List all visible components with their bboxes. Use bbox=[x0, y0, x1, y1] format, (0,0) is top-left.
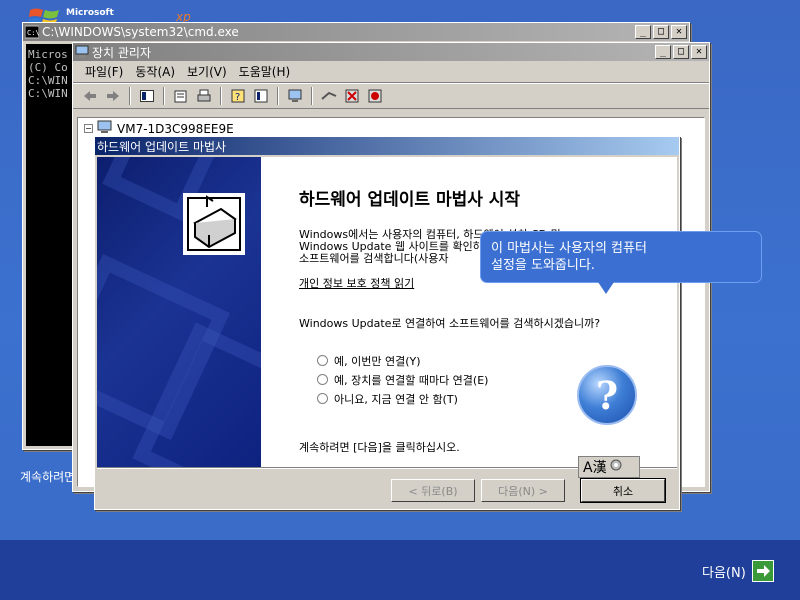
menu-bar: 파일(F) 동작(A) 보기(V) 도움말(H) bbox=[73, 61, 709, 83]
update-driver-icon[interactable] bbox=[318, 86, 340, 106]
option-connect-once[interactable]: 예, 이번만 연결(Y) bbox=[317, 351, 488, 370]
minimize-button[interactable]: _ bbox=[635, 25, 651, 39]
devmgr-title: 장치 관리자 bbox=[92, 45, 152, 60]
setup-next-button[interactable]: 다음(N) bbox=[702, 560, 774, 582]
back-button[interactable]: < 뒤로(B) bbox=[391, 479, 475, 502]
ime-settings-icon bbox=[610, 459, 622, 475]
ime-indicator[interactable]: A漢 bbox=[578, 456, 640, 478]
setup-footer-text: 계속하려면 bbox=[20, 470, 76, 484]
next-button[interactable]: 다음(N) > bbox=[481, 479, 565, 502]
cmd-titlebar[interactable]: C:\ C:\WINDOWS\system32\cmd.exe _ □ ✕ bbox=[23, 23, 689, 41]
svg-text:C:\: C:\ bbox=[27, 29, 39, 37]
disable-icon[interactable] bbox=[341, 86, 363, 106]
option-connect-always[interactable]: 예, 장치를 연결할 때마다 연결(E) bbox=[317, 370, 488, 389]
cancel-button[interactable]: 취소 bbox=[580, 478, 666, 503]
wizard-side-banner bbox=[97, 157, 261, 467]
menu-view[interactable]: 보기(V) bbox=[181, 63, 233, 80]
option-connect-never[interactable]: 아니요, 지금 연결 안 함(T) bbox=[317, 389, 488, 408]
menu-file[interactable]: 파일(F) bbox=[79, 63, 129, 80]
print-icon[interactable] bbox=[193, 86, 215, 106]
show-hide-tree-icon[interactable] bbox=[136, 86, 158, 106]
radio-button[interactable] bbox=[317, 393, 328, 404]
arrow-right-icon bbox=[751, 560, 774, 582]
close-button[interactable]: ✕ bbox=[691, 45, 707, 59]
help-question-icon: ? bbox=[577, 365, 637, 425]
collapse-icon[interactable]: − bbox=[84, 124, 93, 133]
radio-button[interactable] bbox=[317, 355, 328, 366]
devmgr-titlebar[interactable]: 장치 관리자 _ □ ✕ bbox=[73, 43, 709, 61]
tree-root-item[interactable]: − VM7-1D3C998EE9E bbox=[84, 120, 234, 137]
scan-hardware-icon[interactable] bbox=[284, 86, 306, 106]
balloon-pointer bbox=[598, 282, 614, 294]
option-label: 예, 장치를 연결할 때마다 연결(E) bbox=[334, 373, 489, 387]
menu-help[interactable]: 도움말(H) bbox=[233, 63, 297, 80]
wizard-title: 하드웨어 업데이트 마법사 bbox=[97, 139, 227, 154]
hardware-install-icon bbox=[183, 193, 245, 255]
privacy-policy-link[interactable]: 개인 정보 보호 정책 읽기 bbox=[299, 275, 414, 291]
back-icon[interactable] bbox=[79, 86, 101, 106]
wizard-balloon-tooltip: 이 마법사는 사용자의 컴퓨터 설정을 도와줍니다. bbox=[480, 231, 762, 283]
ime-label: A漢 bbox=[583, 460, 607, 476]
tree-root-label: VM7-1D3C998EE9E bbox=[117, 121, 234, 136]
toolbar-separator bbox=[163, 87, 165, 105]
uninstall-icon[interactable] bbox=[364, 86, 386, 106]
toolbar: ? bbox=[73, 83, 709, 109]
toolbar-separator bbox=[277, 87, 279, 105]
minimize-button[interactable]: _ bbox=[655, 45, 671, 59]
svg-text:?: ? bbox=[235, 92, 240, 103]
balloon-line: 이 마법사는 사용자의 컴퓨터 bbox=[491, 241, 647, 256]
logo-brand: Microsoft bbox=[66, 8, 114, 18]
balloon-line: 설정을 도와줍니다. bbox=[491, 258, 595, 273]
close-button[interactable]: ✕ bbox=[671, 25, 687, 39]
computer-icon bbox=[75, 45, 89, 59]
maximize-button[interactable]: □ bbox=[673, 45, 689, 59]
connect-options: 예, 이번만 연결(Y) 예, 장치를 연결할 때마다 연결(E) 아니요, 지… bbox=[317, 351, 488, 408]
console-icon: C:\ bbox=[24, 25, 40, 39]
toolbar-separator bbox=[129, 87, 131, 105]
computer-icon bbox=[97, 120, 113, 137]
wizard-heading: 하드웨어 업데이트 마법사 시작 bbox=[299, 190, 521, 210]
wizard-question: Windows Update로 연결하여 소프트웨어를 검색하시겠습니까? bbox=[299, 317, 601, 330]
maximize-button[interactable]: □ bbox=[653, 25, 669, 39]
option-label: 예, 이번만 연결(Y) bbox=[334, 354, 421, 368]
toolbar-separator bbox=[220, 87, 222, 105]
continue-instruction: 계속하려면 [다음]을 클릭하십시오. bbox=[299, 441, 460, 454]
setup-next-label: 다음(N) bbox=[702, 565, 746, 581]
properties-icon[interactable] bbox=[170, 86, 192, 106]
wizard-titlebar[interactable]: 하드웨어 업데이트 마법사 bbox=[95, 137, 679, 155]
radio-button[interactable] bbox=[317, 374, 328, 385]
menu-action[interactable]: 동작(A) bbox=[129, 63, 181, 80]
setup-footer-bar bbox=[0, 540, 800, 600]
wizard-content: 하드웨어 업데이트 마법사 시작 Windows에서는 사용자의 컴퓨터, 하드… bbox=[261, 157, 677, 467]
cmd-title: C:\WINDOWS\system32\cmd.exe bbox=[42, 25, 239, 39]
console-tree-icon[interactable] bbox=[250, 86, 272, 106]
option-label: 아니요, 지금 연결 안 함(T) bbox=[334, 392, 458, 406]
help-icon[interactable]: ? bbox=[227, 86, 249, 106]
toolbar-separator bbox=[311, 87, 313, 105]
forward-icon[interactable] bbox=[102, 86, 124, 106]
hardware-update-wizard[interactable]: 하드웨어 업데이트 마법사 하드웨어 업데이트 마법사 시작 Windows에서… bbox=[94, 136, 680, 510]
